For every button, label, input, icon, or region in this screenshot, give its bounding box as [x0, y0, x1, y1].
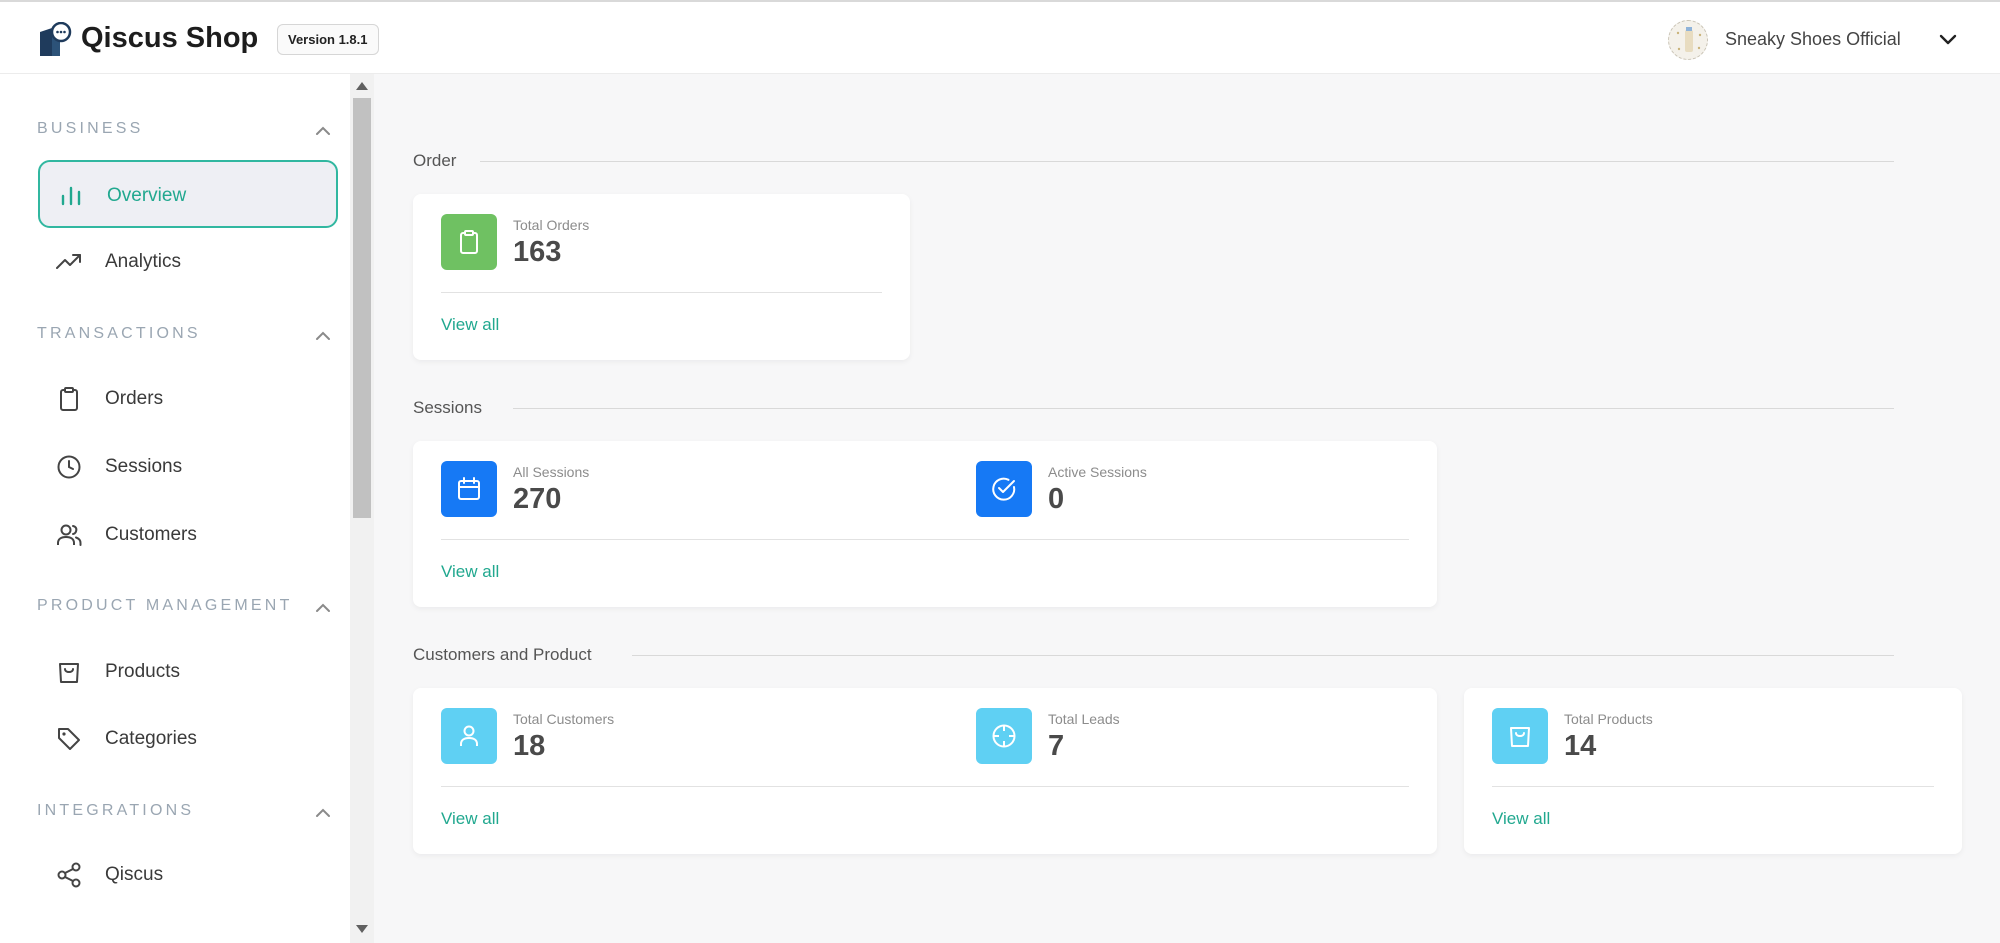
stat-label: Active Sessions	[1048, 464, 1147, 480]
clock-icon	[57, 455, 81, 479]
app-title: Qiscus Shop	[81, 22, 259, 54]
sidebar-item-orders[interactable]: Orders	[38, 365, 338, 433]
group-title-customers-and-product: Customers and Product	[413, 645, 592, 664]
stat-value: 270	[513, 483, 562, 515]
stat-icon-box	[441, 708, 497, 764]
chevron-up-icon[interactable]	[314, 599, 332, 617]
view-all-products-link[interactable]: View all	[1492, 809, 1550, 829]
shop-name[interactable]: Sneaky Shoes Official	[1725, 29, 1901, 50]
section-label-product-management: PRODUCT MANAGEMENT	[37, 597, 293, 614]
section-label-business: BUSINESS	[37, 120, 144, 137]
check-circle-icon	[992, 477, 1016, 501]
sidebar-item-label: Qiscus	[105, 864, 164, 885]
trending-up-icon	[56, 254, 81, 269]
sidebar-item-overview[interactable]: Overview	[38, 160, 338, 228]
view-all-orders-link[interactable]: View all	[441, 315, 499, 335]
stat-value: 7	[1048, 730, 1065, 762]
chevron-up-icon[interactable]	[314, 804, 332, 822]
view-all-customers-link[interactable]: View all	[441, 809, 499, 829]
sidebar-item-analytics[interactable]: Analytics	[38, 228, 338, 296]
sidebar-item-label: Categories	[105, 728, 197, 749]
scroll-down-arrow-icon[interactable]	[356, 925, 368, 933]
sidebar-item-categories[interactable]: Categories	[38, 705, 338, 773]
shop-avatar[interactable]	[1668, 20, 1708, 60]
stat-label: All Sessions	[513, 464, 590, 480]
divider	[632, 655, 1894, 656]
section-label-transactions: TRANSACTIONS	[37, 325, 201, 342]
sidebar: BUSINESS Overview Analytics TRANSACTIONS…	[0, 74, 350, 943]
sidebar-item-label: Analytics	[105, 251, 182, 272]
sidebar-item-label: Overview	[107, 185, 187, 206]
stat-icon-box	[976, 708, 1032, 764]
stat-label: Total Orders	[513, 217, 590, 233]
card-divider	[441, 539, 1409, 540]
tag-icon	[58, 728, 80, 750]
stat-value: 18	[513, 730, 546, 762]
sidebar-scrollbar[interactable]	[350, 74, 374, 943]
shoe-bottle-icon	[1676, 27, 1702, 52]
sidebar-item-qiscus[interactable]: Qiscus	[38, 841, 338, 909]
stat-value: 163	[513, 236, 562, 268]
sidebar-item-label: Products	[105, 661, 180, 682]
stat-value: 14	[1564, 730, 1597, 762]
view-all-sessions-link[interactable]: View all	[441, 562, 499, 582]
sidebar-item-label: Sessions	[105, 456, 183, 477]
group-title-sessions: Sessions	[413, 398, 482, 417]
shopping-bag-icon	[59, 663, 79, 683]
top-header: Qiscus Shop Version 1.8.1 Sneaky Shoes O…	[0, 0, 2000, 74]
user-icon	[460, 725, 478, 746]
sessions-card: All Sessions 270 Active Sessions 0 View …	[413, 441, 1437, 607]
qiscus-logo-icon	[40, 22, 72, 56]
sidebar-item-label: Orders	[105, 388, 164, 409]
sidebar-item-products[interactable]: Products	[38, 638, 338, 706]
stat-icon-box	[441, 461, 497, 517]
main-content: Order Total Orders 163 View all Sessions	[374, 74, 2000, 943]
divider	[513, 408, 1894, 409]
customers-card: Total Customers 18 Total Leads 7 View al…	[413, 688, 1437, 854]
divider	[480, 161, 1894, 162]
stat-icon-box	[976, 461, 1032, 517]
chevron-up-icon[interactable]	[314, 122, 332, 140]
version-badge: Version 1.8.1	[277, 24, 379, 55]
card-divider	[1492, 786, 1934, 787]
users-icon	[57, 524, 82, 546]
stat-label: Total Customers	[513, 711, 615, 727]
scroll-up-arrow-icon[interactable]	[356, 82, 368, 90]
clipboard-icon	[460, 230, 478, 254]
products-card: Total Products 14 View all	[1464, 688, 1962, 854]
card-divider	[441, 292, 882, 293]
group-title-order: Order	[413, 151, 457, 170]
stat-icon-box	[1492, 708, 1548, 764]
bar-chart-icon	[61, 186, 81, 206]
stat-label: Total Products	[1564, 711, 1653, 727]
chevron-up-icon[interactable]	[314, 327, 332, 345]
section-label-integrations: INTEGRATIONS	[37, 802, 195, 819]
sidebar-item-customers[interactable]: Customers	[38, 501, 338, 569]
scrollbar-thumb[interactable]	[353, 98, 371, 518]
stat-icon-box	[441, 214, 497, 270]
crosshair-icon	[992, 724, 1016, 748]
sidebar-item-sessions[interactable]: Sessions	[38, 433, 338, 501]
share-icon	[57, 862, 81, 888]
stat-label: Total Leads	[1048, 711, 1120, 727]
order-card: Total Orders 163 View all	[413, 194, 910, 360]
clipboard-icon	[60, 387, 78, 411]
calendar-icon	[458, 477, 480, 500]
chevron-down-icon[interactable]	[1938, 30, 1958, 50]
card-divider	[441, 786, 1409, 787]
sidebar-item-label: Customers	[105, 524, 197, 545]
stat-value: 0	[1048, 483, 1065, 515]
shopping-bag-icon	[1510, 727, 1530, 747]
